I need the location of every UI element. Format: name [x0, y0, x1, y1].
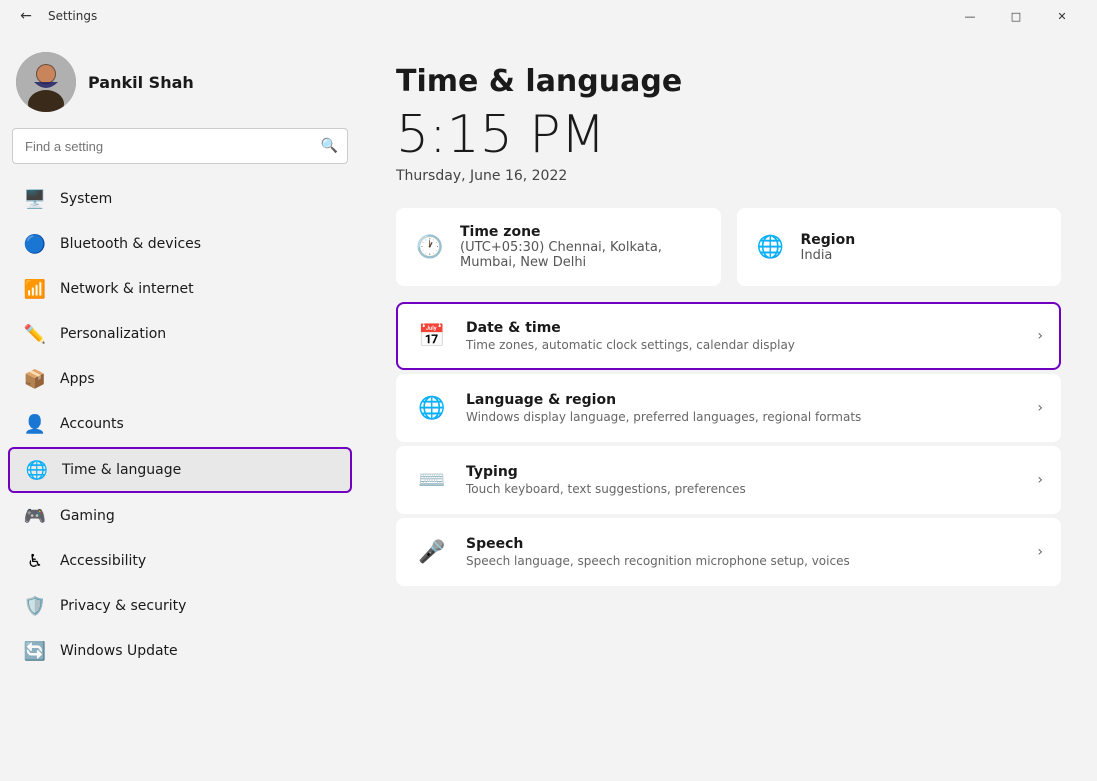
update-icon: 🔄 — [24, 640, 46, 662]
search-box: 🔍 — [12, 128, 348, 164]
info-card-value-region: India — [801, 248, 856, 263]
current-time: 5:15 PM — [396, 107, 1061, 164]
info-card-region[interactable]: 🌐 RegionIndia — [737, 208, 1062, 286]
settings-item-text-typing: Typing Touch keyboard, text suggestions, … — [466, 464, 1021, 496]
date-time-icon: 📅 — [414, 318, 450, 354]
settings-item-text-speech: Speech Speech language, speech recognitio… — [466, 536, 1021, 568]
settings-item-language-region[interactable]: 🌐 Language & region Windows display langua… — [396, 374, 1061, 442]
sidebar-item-label-time: Time & language — [62, 462, 181, 478]
sidebar-item-bluetooth[interactable]: 🔵 Bluetooth & devices — [8, 222, 352, 266]
gaming-icon: 🎮 — [24, 505, 46, 527]
sidebar-item-label-accounts: Accounts — [60, 416, 124, 432]
info-card-label-timezone: Time zone — [460, 224, 705, 240]
settings-item-title-language-region: Language & region — [466, 392, 1021, 408]
system-icon: 🖥️ — [24, 188, 46, 210]
sidebar-item-network[interactable]: 📶 Network & internet — [8, 267, 352, 311]
timezone-icon: 🕐 — [412, 229, 448, 265]
typing-icon: ⌨️ — [414, 462, 450, 498]
chevron-right-icon: › — [1037, 328, 1043, 344]
sidebar-item-label-accessibility: Accessibility — [60, 553, 146, 569]
sidebar-item-gaming[interactable]: 🎮 Gaming — [8, 494, 352, 538]
close-button[interactable]: ✕ — [1039, 0, 1085, 32]
sidebar-item-system[interactable]: 🖥️ System — [8, 177, 352, 221]
avatar — [16, 52, 76, 112]
sidebar-item-apps[interactable]: 📦 Apps — [8, 357, 352, 401]
search-icon: 🔍 — [321, 138, 338, 154]
sidebar-item-label-personalization: Personalization — [60, 326, 166, 342]
settings-item-subtitle-typing: Touch keyboard, text suggestions, prefer… — [466, 482, 1021, 496]
chevron-right-icon: › — [1037, 472, 1043, 488]
settings-item-title-typing: Typing — [466, 464, 1021, 480]
app-title: Settings — [48, 9, 97, 23]
settings-item-text-language-region: Language & region Windows display languag… — [466, 392, 1021, 424]
sidebar-item-label-update: Windows Update — [60, 643, 178, 659]
sidebar-item-label-privacy: Privacy & security — [60, 598, 186, 614]
sidebar-item-accounts[interactable]: 👤 Accounts — [8, 402, 352, 446]
sidebar-item-update[interactable]: 🔄 Windows Update — [8, 629, 352, 673]
privacy-icon: 🛡️ — [24, 595, 46, 617]
accessibility-icon: ♿ — [24, 550, 46, 572]
info-card-content-region: RegionIndia — [801, 232, 856, 263]
user-name: Pankil Shah — [88, 73, 194, 92]
settings-item-typing[interactable]: ⌨️ Typing Touch keyboard, text suggestions… — [396, 446, 1061, 514]
page-title: Time & language — [396, 64, 1061, 99]
speech-icon: 🎤 — [414, 534, 450, 570]
sidebar-item-time[interactable]: 🌐 Time & language — [8, 447, 352, 493]
network-icon: 📶 — [24, 278, 46, 300]
accounts-icon: 👤 — [24, 413, 46, 435]
settings-item-text-date-time: Date & time Time zones, automatic clock s… — [466, 320, 1021, 352]
info-cards-row: 🕐 Time zone(UTC+05:30) Chennai, Kolkata, … — [396, 208, 1061, 286]
settings-item-subtitle-date-time: Time zones, automatic clock settings, ca… — [466, 338, 1021, 352]
settings-item-speech[interactable]: 🎤 Speech Speech language, speech recogniti… — [396, 518, 1061, 586]
maximize-button[interactable]: □ — [993, 0, 1039, 32]
info-card-label-region: Region — [801, 232, 856, 248]
info-card-value-timezone: (UTC+05:30) Chennai, Kolkata, Mumbai, Ne… — [460, 240, 705, 270]
search-input[interactable] — [12, 128, 348, 164]
sidebar-item-accessibility[interactable]: ♿ Accessibility — [8, 539, 352, 583]
settings-item-subtitle-speech: Speech language, speech recognition micr… — [466, 554, 1021, 568]
sidebar: Pankil Shah 🔍 🖥️ System 🔵 Bluetooth & devic… — [0, 32, 360, 781]
back-button[interactable]: ← — [12, 2, 40, 30]
settings-item-title-date-time: Date & time — [466, 320, 1021, 336]
sidebar-item-label-gaming: Gaming — [60, 508, 115, 524]
sidebar-item-label-apps: Apps — [60, 371, 95, 387]
info-card-content-timezone: Time zone(UTC+05:30) Chennai, Kolkata, M… — [460, 224, 705, 270]
time-icon: 🌐 — [26, 459, 48, 481]
app-body: Pankil Shah 🔍 🖥️ System 🔵 Bluetooth & devic… — [0, 32, 1097, 781]
sidebar-item-label-network: Network & internet — [60, 281, 194, 297]
settings-item-title-speech: Speech — [466, 536, 1021, 552]
language-region-icon: 🌐 — [414, 390, 450, 426]
sidebar-nav: 🖥️ System 🔵 Bluetooth & devices 📶 Network & i… — [0, 176, 360, 765]
settings-item-date-time[interactable]: 📅 Date & time Time zones, automatic clock … — [396, 302, 1061, 370]
info-card-timezone[interactable]: 🕐 Time zone(UTC+05:30) Chennai, Kolkata, … — [396, 208, 721, 286]
chevron-right-icon: › — [1037, 400, 1043, 416]
sidebar-item-privacy[interactable]: 🛡️ Privacy & security — [8, 584, 352, 628]
user-profile[interactable]: Pankil Shah — [0, 32, 360, 128]
current-date: Thursday, June 16, 2022 — [396, 168, 1061, 184]
apps-icon: 📦 — [24, 368, 46, 390]
sidebar-item-label-bluetooth: Bluetooth & devices — [60, 236, 201, 252]
window-controls: — □ ✕ — [947, 0, 1085, 32]
minimize-button[interactable]: — — [947, 0, 993, 32]
title-bar: ← Settings — □ ✕ — [0, 0, 1097, 32]
sidebar-item-personalization[interactable]: ✏️ Personalization — [8, 312, 352, 356]
chevron-right-icon: › — [1037, 544, 1043, 560]
settings-list: 📅 Date & time Time zones, automatic clock … — [396, 302, 1061, 586]
settings-item-subtitle-language-region: Windows display language, preferred lang… — [466, 410, 1021, 424]
sidebar-item-label-system: System — [60, 191, 112, 207]
bluetooth-icon: 🔵 — [24, 233, 46, 255]
content-area: Time & language 5:15 PM Thursday, June 1… — [360, 32, 1097, 781]
region-icon: 🌐 — [753, 229, 789, 265]
personalization-icon: ✏️ — [24, 323, 46, 345]
